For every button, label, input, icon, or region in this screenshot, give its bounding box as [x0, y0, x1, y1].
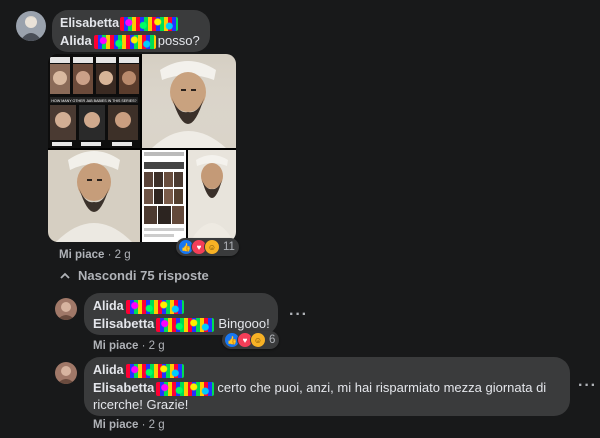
mention-link[interactable]: Elisabetta	[93, 316, 154, 331]
redaction	[156, 317, 215, 332]
comment-actions: Mi piace · 2 g	[59, 249, 131, 261]
comment-bubble: Elisabetta Alida posso?	[52, 10, 210, 52]
timestamp[interactable]: 2 g	[149, 419, 165, 431]
reactions-summary[interactable]: 👍 ♥ ☺ 6	[222, 331, 280, 349]
hide-replies-toggle[interactable]: Nascondi 75 risposte	[60, 268, 209, 283]
haha-icon: ☺	[204, 239, 220, 255]
timestamp[interactable]: 2 g	[149, 340, 165, 352]
reply-actions: Mi piace · 2 g	[93, 340, 165, 352]
reaction-count: 11	[223, 241, 235, 253]
timestamp[interactable]: 2 g	[115, 249, 131, 261]
chevron-up-icon	[60, 272, 70, 279]
hide-replies-label: Nascondi 75 risposte	[78, 268, 209, 283]
more-options-icon[interactable]: ···	[578, 377, 597, 395]
reaction-count: 6	[269, 334, 276, 346]
redaction	[125, 299, 184, 314]
reactions-summary[interactable]: 👍 ♥ ☺ 11	[176, 238, 239, 256]
avatar[interactable]	[16, 11, 46, 41]
portrait-panel	[48, 150, 140, 242]
comment-text: posso?	[157, 33, 200, 48]
portrait-panel	[188, 150, 236, 242]
mention-link[interactable]: Alida	[60, 33, 92, 48]
portrait-panel	[142, 54, 236, 148]
reply-actions: Mi piace · 2 g	[93, 419, 165, 431]
haha-icon: ☺	[250, 332, 266, 348]
like-button[interactable]: Mi piace	[93, 340, 138, 352]
like-button[interactable]: Mi piace	[59, 249, 104, 261]
avatar[interactable]	[55, 298, 77, 320]
redaction	[125, 363, 184, 378]
redaction	[93, 34, 156, 49]
redaction	[120, 16, 179, 31]
reply-text: Bingooo!	[218, 316, 270, 331]
svg-text:HOW MANY OTHER JAB BABIES IN T: HOW MANY OTHER JAB BABIES IN THIS SERIES…	[51, 99, 136, 103]
more-options-icon[interactable]: ···	[289, 306, 308, 324]
redaction	[156, 381, 215, 396]
screenshot-panel	[142, 150, 186, 242]
reply-bubble: Alida Elisabetta Bingooo!	[84, 293, 278, 335]
portrait-grid-panel: HOW MANY OTHER JAB BABIES IN THIS SERIES…	[48, 54, 140, 148]
reply-bubble: Alida Elisabetta certo che puoi, anzi, mi…	[84, 357, 570, 416]
mention-link[interactable]: Elisabetta	[93, 380, 154, 395]
reply-author[interactable]: Alida	[93, 363, 124, 377]
comment-author[interactable]: Elisabetta	[60, 16, 119, 30]
avatar[interactable]	[55, 362, 77, 384]
reply-author[interactable]: Alida	[93, 299, 124, 313]
like-button[interactable]: Mi piace	[93, 419, 138, 431]
attached-image[interactable]: HOW MANY OTHER JAB BABIES IN THIS SERIES…	[48, 54, 236, 242]
